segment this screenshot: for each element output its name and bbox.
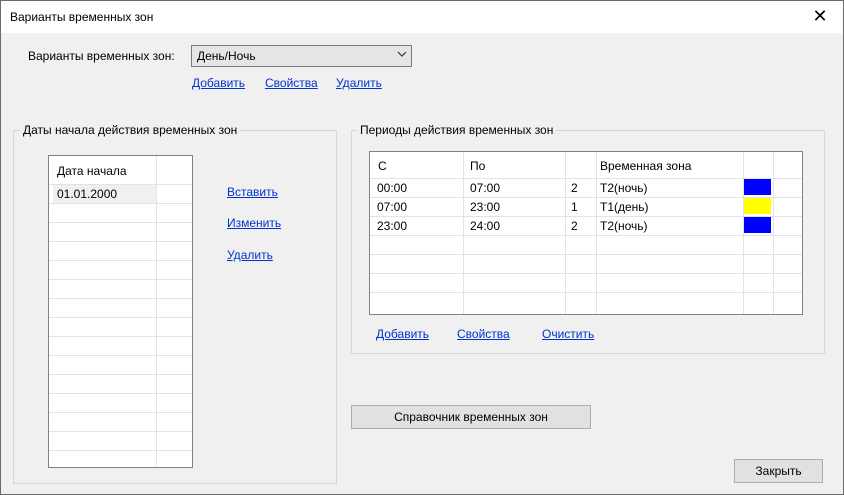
- variants-selected-value: День/Ночь: [197, 49, 256, 63]
- period-to-cell: 24:00: [470, 219, 501, 233]
- edit-date-link[interactable]: Изменить: [227, 216, 281, 230]
- start-dates-table[interactable]: Дата начала 01.01.2000: [48, 155, 193, 468]
- period-to-cell: 07:00: [470, 181, 501, 195]
- add-variant-link[interactable]: Добавить: [192, 76, 245, 90]
- start-date-column-header: Дата начала: [57, 164, 127, 178]
- table-row[interactable]: 23:00 24:00 2 T2(ночь): [370, 217, 802, 235]
- variants-label: Варианты временных зон:: [28, 49, 175, 63]
- zone-color-swatch: [744, 198, 771, 214]
- table-row[interactable]: 07:00 23:00 1 T1(день): [370, 198, 802, 216]
- from-column-header: С: [378, 159, 387, 173]
- clear-periods-link[interactable]: Очистить: [542, 327, 594, 341]
- add-period-link[interactable]: Добавить: [376, 327, 429, 341]
- period-number-cell: 1: [571, 200, 578, 214]
- zone-color-swatch: [744, 179, 771, 195]
- table-row[interactable]: 01.01.2000: [53, 185, 156, 203]
- periods-group-title: Периоды действия временных зон: [357, 123, 557, 137]
- variant-properties-link[interactable]: Свойства: [265, 76, 318, 90]
- period-zone-cell: T2(ночь): [600, 219, 648, 233]
- delete-variant-link[interactable]: Удалить: [336, 76, 382, 90]
- period-number-cell: 2: [571, 219, 578, 233]
- period-from-cell: 23:00: [377, 219, 408, 233]
- time-zone-reference-button[interactable]: Справочник временных зон: [351, 405, 591, 429]
- period-from-cell: 00:00: [377, 181, 408, 195]
- close-icon[interactable]: ✕: [797, 1, 843, 31]
- title-bar: Варианты временных зон ✕: [1, 1, 843, 33]
- periods-table[interactable]: С По Временная зона 00:00 07:00 2 T2(ноч…: [369, 151, 803, 315]
- close-button[interactable]: Закрыть: [734, 459, 823, 483]
- to-column-header: По: [470, 159, 486, 173]
- variants-dropdown[interactable]: День/Ночь: [191, 45, 412, 67]
- zone-color-swatch: [744, 217, 771, 233]
- period-number-cell: 2: [571, 181, 578, 195]
- period-to-cell: 23:00: [470, 200, 501, 214]
- start-date-cell: 01.01.2000: [57, 187, 118, 201]
- insert-date-link[interactable]: Вставить: [227, 185, 278, 199]
- period-zone-cell: T2(ночь): [600, 181, 648, 195]
- delete-date-link[interactable]: Удалить: [227, 248, 273, 262]
- dialog-window: Варианты временных зон ✕ Варианты времен…: [0, 0, 844, 495]
- period-properties-link[interactable]: Свойства: [457, 327, 510, 341]
- table-row[interactable]: 00:00 07:00 2 T2(ночь): [370, 179, 802, 197]
- period-zone-cell: T1(день): [600, 200, 649, 214]
- period-from-cell: 07:00: [377, 200, 408, 214]
- window-title: Варианты временных зон: [10, 10, 154, 24]
- start-dates-group-title: Даты начала действия временных зон: [20, 123, 241, 137]
- zone-column-header: Временная зона: [600, 159, 692, 173]
- chevron-down-icon: [397, 51, 407, 57]
